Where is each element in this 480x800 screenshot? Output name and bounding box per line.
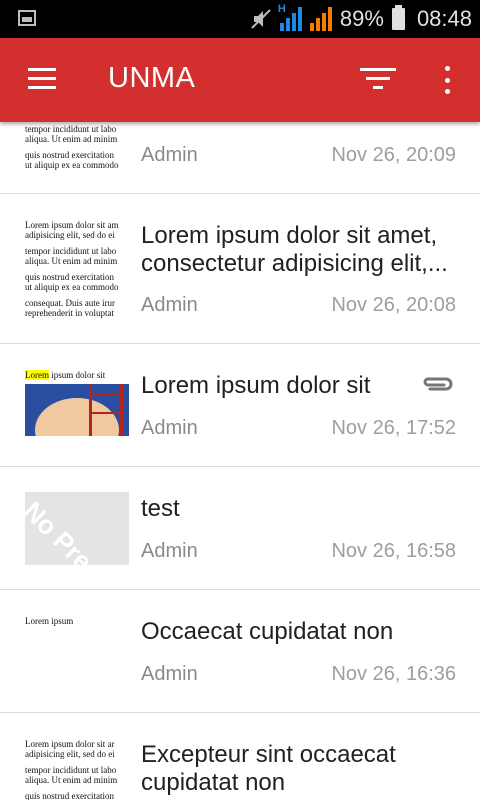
list-item[interactable]: Lorem ipsum dolor sit am adipisicing elit… [0, 194, 480, 344]
status-bar: H 89% 08:48 [0, 0, 480, 38]
message-date: Nov 26, 20:09 [331, 144, 456, 166]
more-vert-icon[interactable] [436, 66, 458, 94]
battery-percent: 89% [339, 6, 384, 31]
network-type: H [277, 3, 286, 15]
message-thumbnail: Lorem ipsum dolor sit [25, 370, 129, 436]
menu-icon[interactable] [28, 68, 56, 90]
list-item[interactable]: No Pre test Admin Nov 26, 16:58 [0, 467, 480, 590]
status-icons: H 89% 08:48 [250, 0, 472, 38]
signal-icon [309, 7, 332, 31]
message-title: Lorem ipsum dolor sit amet, consectetur … [141, 222, 448, 277]
message-author: Admin [141, 540, 198, 562]
message-date: Nov 26, 20:08 [331, 294, 456, 316]
list-item[interactable]: tempor incididunt ut labo aliqua. Ut enim… [0, 122, 480, 194]
message-date: Nov 26, 16:36 [331, 663, 456, 685]
battery-icon [391, 5, 405, 30]
message-date: Nov 26, 16:58 [331, 540, 456, 562]
message-author: Admin [141, 294, 198, 316]
mute-icon [250, 8, 272, 30]
app-bar: UNMA [0, 38, 480, 122]
message-author: Admin [141, 417, 198, 439]
image-icon [18, 10, 36, 26]
app-title: UNMA [108, 62, 196, 94]
message-thumbnail: Lorem ipsum [25, 616, 74, 626]
photo-thumbnail [25, 384, 129, 436]
message-date: Nov 26, 17:52 [331, 417, 456, 439]
list-item[interactable]: Lorem ipsum dolor sit Lorem ipsum dolor … [0, 344, 480, 467]
message-thumbnail: No Pre [25, 492, 129, 565]
no-preview-placeholder: No Pre [25, 492, 129, 565]
message-thumbnail: Lorem ipsum dolor sit ar adipisicing elit… [25, 739, 118, 800]
message-title: test [141, 495, 180, 522]
signal-icon: H [278, 3, 302, 31]
list-item[interactable]: Lorem ipsum dolor sit ar adipisicing elit… [0, 713, 480, 800]
message-thumbnail: tempor incididunt ut labo aliqua. Ut enim… [25, 124, 119, 170]
message-thumbnail: Lorem ipsum dolor sit am adipisicing elit… [25, 220, 119, 318]
message-title: Excepteur sint occaecat cupidatat non [141, 741, 396, 796]
attachment-icon [420, 374, 454, 394]
message-title: Lorem ipsum dolor sit [141, 372, 371, 399]
message-list: tempor incididunt ut labo aliqua. Ut enim… [0, 122, 480, 800]
list-item[interactable]: Lorem ipsum Occaecat cupidatat non Admin… [0, 590, 480, 713]
message-author: Admin [141, 144, 198, 166]
filter-icon[interactable] [360, 68, 396, 92]
message-title: Occaecat cupidatat non [141, 618, 394, 645]
message-author: Admin [141, 663, 198, 685]
clock: 08:48 [416, 6, 472, 31]
